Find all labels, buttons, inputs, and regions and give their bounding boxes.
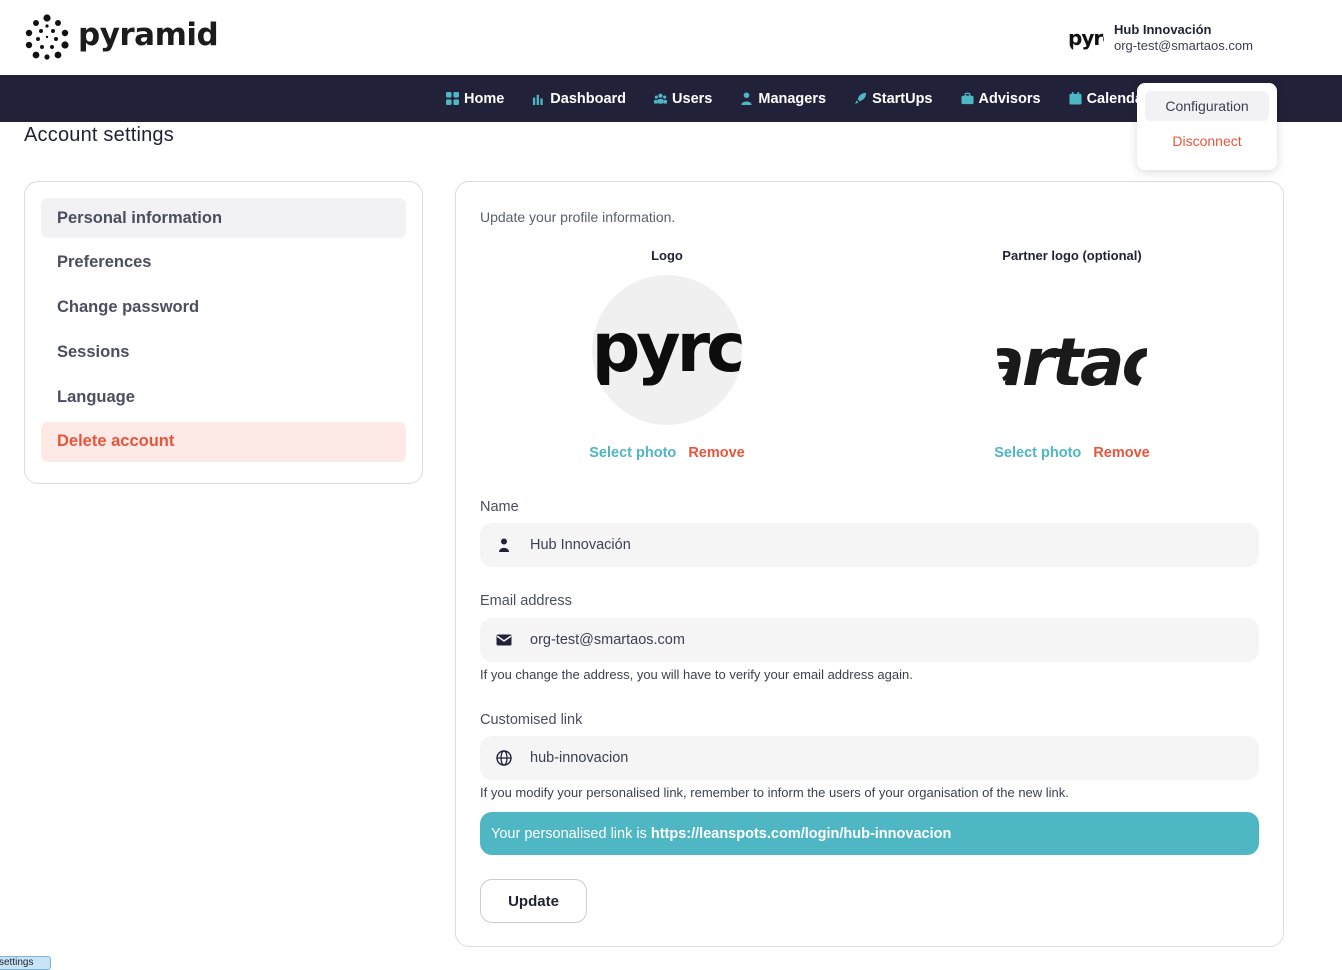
email-field[interactable] bbox=[480, 618, 1259, 662]
logo-image-text: pyrc bbox=[592, 309, 742, 388]
logo-uploader: Logo pyrc Select photo Remove bbox=[517, 248, 817, 461]
nav-list: Home Dashboard Users Managers StartUps A… bbox=[446, 75, 1138, 122]
nav-item-dashboard[interactable]: Dashboard bbox=[532, 91, 626, 107]
nav-item-label: Calendar bbox=[1086, 90, 1138, 107]
grid-icon bbox=[446, 92, 459, 105]
sidebar-item-change-password[interactable]: Change password bbox=[41, 288, 406, 328]
brand[interactable]: pyramid bbox=[24, 14, 219, 60]
partner-logo-image: artac bbox=[997, 324, 1147, 401]
sidebar-item-delete-account[interactable]: Delete account bbox=[41, 421, 406, 462]
custom-link-help-text: If you modify your personalised link, re… bbox=[480, 785, 1069, 800]
user-icon bbox=[499, 538, 509, 552]
sidebar-item-language[interactable]: Language bbox=[41, 377, 406, 417]
logo-actions: Select photo Remove bbox=[517, 445, 817, 461]
banner-prefix: Your personalised link is bbox=[491, 825, 647, 842]
nav-item-managers[interactable]: Managers bbox=[740, 91, 826, 107]
brand-name: pyramid bbox=[78, 17, 219, 53]
nav-item-label: Advisors bbox=[978, 90, 1041, 107]
nav-item-home[interactable]: Home bbox=[446, 91, 504, 107]
sidebar-item-sessions[interactable]: Sessions bbox=[41, 332, 406, 372]
bar-chart-icon bbox=[533, 94, 543, 105]
user-email: org-test@smartaos.com bbox=[1114, 38, 1253, 53]
custom-link-field[interactable] bbox=[480, 736, 1259, 780]
partner-logo-select-photo-link[interactable]: Select photo bbox=[994, 445, 1081, 461]
custom-link-input[interactable] bbox=[530, 750, 1230, 766]
sidebar-item-personal-information[interactable]: Personal information bbox=[41, 198, 406, 238]
name-label: Name bbox=[480, 499, 519, 515]
user-name: Hub Innovación bbox=[1114, 22, 1212, 37]
user-dropdown-menu: Configuration Disconnect bbox=[1137, 83, 1277, 170]
nav-item-label: Users bbox=[672, 90, 713, 107]
page-title: Account settings bbox=[24, 124, 174, 146]
envelope-icon bbox=[496, 634, 512, 646]
nav-item-label: StartUps bbox=[872, 90, 933, 107]
name-input[interactable] bbox=[530, 537, 1230, 553]
nav-item-advisors[interactable]: Advisors bbox=[960, 90, 1041, 107]
logo-label: Logo bbox=[651, 248, 683, 263]
menu-item-disconnect[interactable]: Disconnect bbox=[1145, 126, 1269, 156]
partner-logo-remove-link[interactable]: Remove bbox=[1093, 445, 1149, 461]
user-info: Hub Innovación org-test@smartaos.com bbox=[1114, 22, 1253, 54]
user-tie-icon bbox=[741, 92, 752, 105]
pyramid-logo-icon bbox=[25, 14, 69, 60]
nav-item-calendar[interactable]: Calendar bbox=[1069, 91, 1138, 107]
custom-link-label: Customised link bbox=[480, 712, 583, 728]
partner-logo-actions: Select photo Remove bbox=[922, 445, 1222, 461]
nav-item-startups[interactable]: StartUps bbox=[854, 90, 933, 107]
personalised-link-url[interactable]: https://leanspots.com/login/hub-innovaci… bbox=[651, 826, 951, 842]
rocket-icon bbox=[854, 92, 867, 105]
partner-logo-preview: artac bbox=[997, 275, 1147, 425]
update-button[interactable]: Update bbox=[480, 879, 587, 923]
globe-icon bbox=[496, 750, 512, 766]
users-icon bbox=[654, 93, 668, 104]
corner-settings-tag: settings bbox=[0, 956, 51, 970]
logo-select-photo-link[interactable]: Select photo bbox=[589, 445, 676, 461]
partner-logo-uploader: Partner logo (optional) artac Select pho… bbox=[922, 248, 1222, 461]
logo-image: pyrc bbox=[592, 309, 742, 388]
logo-preview: pyrc bbox=[592, 275, 742, 425]
calendar-icon bbox=[1069, 92, 1082, 105]
personalised-link-banner: Your personalised link is https://leansp… bbox=[480, 812, 1259, 855]
sidebar-item-preferences[interactable]: Preferences bbox=[41, 243, 406, 283]
nav-item-label: Home bbox=[464, 90, 505, 107]
email-input[interactable] bbox=[530, 632, 1230, 648]
logo-remove-link[interactable]: Remove bbox=[688, 445, 744, 461]
partner-logo-label: Partner logo (optional) bbox=[1002, 248, 1142, 263]
form-intro: Update your profile information. bbox=[480, 209, 676, 225]
nav-item-label: Dashboard bbox=[550, 90, 627, 107]
briefcase-icon bbox=[960, 92, 974, 105]
top-header: pyramid pyrc Hub Innovación org-test@sma… bbox=[0, 0, 1342, 75]
nav-item-users[interactable]: Users bbox=[654, 91, 712, 107]
profile-form-card: Update your profile information. Logo py… bbox=[455, 181, 1284, 947]
email-label: Email address bbox=[480, 593, 572, 609]
name-field[interactable] bbox=[480, 523, 1259, 567]
email-help-text: If you change the address, you will have… bbox=[480, 667, 913, 682]
avatar: pyrc bbox=[1068, 20, 1104, 56]
user-menu-trigger[interactable]: pyrc Hub Innovación org-test@smartaos.co… bbox=[1068, 20, 1253, 56]
settings-sidebar: Personal information Preferences Change … bbox=[24, 181, 423, 484]
nav-item-label: Managers bbox=[758, 90, 827, 107]
menu-item-configuration[interactable]: Configuration bbox=[1145, 91, 1269, 121]
